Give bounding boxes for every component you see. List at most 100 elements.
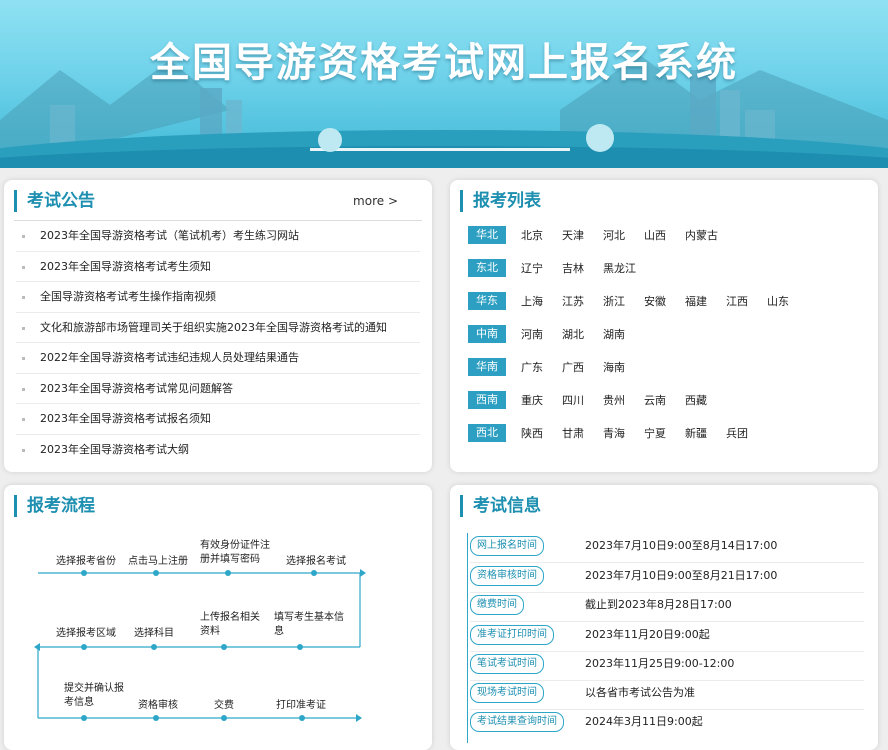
announcement-item[interactable]: 2023年全国导游资格考试报名须知 — [16, 404, 420, 435]
city-link[interactable]: 浙江 — [603, 293, 625, 309]
info-label: 考试结果查询时间 — [470, 712, 564, 732]
city-link[interactable]: 宁夏 — [644, 425, 666, 441]
city-link[interactable]: 贵州 — [603, 392, 625, 408]
step-label: 有效身份证件注册并填写密码 — [200, 540, 270, 565]
bullet-icon — [22, 448, 25, 452]
info-row: 笔试考试时间 2023年11月25日9:00-12:00 — [470, 651, 864, 681]
info-row: 资格审核时间 2023年7月10日9:00至8月21日17:00 — [470, 563, 864, 593]
announcement-link[interactable]: 2023年全国导游资格考试考生须知 — [40, 260, 211, 273]
announcement-item[interactable]: 2023年全国导游资格考试（笔试机考）考生练习网站 — [16, 221, 420, 252]
region-row-east: 华东 上海 江苏 浙江 安徽 福建 江西 山东 — [468, 292, 808, 310]
announcement-link[interactable]: 文化和旅游部市场管理司关于组织实施2023年全国导游资格考试的通知 — [40, 321, 387, 334]
city-link[interactable]: 甘肃 — [562, 425, 584, 441]
city-link[interactable]: 海南 — [603, 359, 625, 375]
info-value: 2024年3月11日9:00起 — [585, 715, 703, 728]
step-dot — [81, 715, 87, 721]
city-link[interactable]: 江苏 — [562, 293, 584, 309]
bullet-icon — [22, 418, 25, 421]
city-link[interactable]: 湖北 — [562, 326, 584, 342]
arrow-icon — [360, 569, 366, 577]
announcement-link[interactable]: 2023年全国导游资格考试报名须知 — [40, 412, 211, 425]
region-row-southwest: 西南 重庆 四川 贵州 云南 西藏 — [468, 391, 726, 409]
region-tag: 华北 — [468, 226, 506, 244]
info-value: 2023年7月10日9:00至8月21日17:00 — [585, 569, 778, 582]
city-link[interactable]: 湖南 — [603, 326, 625, 342]
announcement-item[interactable]: 2023年全国导游资格考试大纲 — [16, 435, 420, 465]
city-link[interactable]: 上海 — [521, 293, 543, 309]
announcement-link[interactable]: 2023年全国导游资格考试（笔试机考）考生练习网站 — [40, 229, 299, 242]
exam-info-panel: 考试信息 网上报名时间 2023年7月10日9:00至8月14日17:00 资格… — [450, 485, 878, 750]
info-row: 现场考试时间 以各省市考试公告为准 — [470, 680, 864, 710]
info-label: 现场考试时间 — [470, 683, 544, 703]
city-link[interactable]: 河南 — [521, 326, 543, 342]
timeline-line — [467, 533, 468, 743]
step-dot — [297, 644, 303, 650]
region-list-panel: 报考列表 华北 北京 天津 河北 山西 内蒙古 东北 辽宁 吉林 黑龙江 华东 … — [450, 180, 878, 472]
step-label: 选择报考省份 — [56, 556, 116, 567]
info-label: 缴费时间 — [470, 595, 524, 615]
announcements-panel: 考试公告 more > 2023年全国导游资格考试（笔试机考）考生练习网站 20… — [4, 180, 432, 472]
city-link[interactable]: 兵团 — [726, 425, 748, 441]
bullet-icon — [22, 296, 25, 299]
city-link[interactable]: 天津 — [562, 227, 584, 243]
step-dot — [299, 715, 305, 721]
city-link[interactable]: 安徽 — [644, 293, 666, 309]
region-tag: 中南 — [468, 325, 506, 343]
step-label: 填写考生基本信息 — [274, 612, 344, 637]
announcement-item[interactable]: 2023年全国导游资格考试考生须知 — [16, 252, 420, 282]
city-link[interactable]: 福建 — [685, 293, 707, 309]
info-value: 截止到2023年8月28日17:00 — [585, 598, 732, 611]
info-row: 准考证打印时间 2023年11月20日9:00起 — [470, 622, 864, 652]
info-label: 笔试考试时间 — [470, 654, 544, 674]
exam-info-title: 考试信息 — [460, 495, 541, 517]
city-link[interactable]: 辽宁 — [521, 260, 543, 276]
announcement-item[interactable]: 文化和旅游部市场管理司关于组织实施2023年全国导游资格考试的通知 — [16, 313, 420, 343]
step-dot — [81, 570, 87, 576]
city-link[interactable]: 广东 — [521, 359, 543, 375]
city-link[interactable]: 广西 — [562, 359, 584, 375]
region-tag: 西北 — [468, 424, 506, 442]
announcement-link[interactable]: 2023年全国导游资格考试常见问题解答 — [40, 382, 233, 395]
city-link[interactable]: 山东 — [767, 293, 789, 309]
city-link[interactable]: 黑龙江 — [603, 260, 636, 276]
city-link[interactable]: 北京 — [521, 227, 543, 243]
city-link[interactable]: 吉林 — [562, 260, 584, 276]
step-label: 上传报名相关资料 — [200, 612, 260, 637]
bullet-icon — [22, 235, 25, 238]
announcement-item[interactable]: 全国导游资格考试考生操作指南视频 — [16, 282, 420, 313]
city-link[interactable]: 内蒙古 — [685, 227, 718, 243]
city-link[interactable]: 云南 — [644, 392, 666, 408]
region-row-northeast: 东北 辽宁 吉林 黑龙江 — [468, 259, 655, 277]
arrow-icon — [356, 714, 362, 722]
announcement-link[interactable]: 全国导游资格考试考生操作指南视频 — [40, 290, 216, 303]
bullet-icon — [22, 387, 25, 391]
city-link[interactable]: 重庆 — [521, 392, 543, 408]
announcement-link[interactable]: 2022年全国导游资格考试违纪违规人员处理结果通告 — [40, 351, 299, 364]
step-dot — [81, 644, 87, 650]
city-link[interactable]: 陕西 — [521, 425, 543, 441]
info-row: 考试结果查询时间 2024年3月11日9:00起 — [470, 709, 864, 738]
city-link[interactable]: 河北 — [603, 227, 625, 243]
announcement-item[interactable]: 2022年全国导游资格考试违纪违规人员处理结果通告 — [16, 343, 420, 374]
region-row-northwest: 西北 陕西 甘肃 青海 宁夏 新疆 兵团 — [468, 424, 767, 442]
city-link[interactable]: 四川 — [562, 392, 584, 408]
region-tag: 东北 — [468, 259, 506, 277]
city-link[interactable]: 西藏 — [685, 392, 707, 408]
info-value: 2023年7月10日9:00至8月14日17:00 — [585, 539, 778, 552]
bullet-icon — [22, 265, 25, 269]
city-link[interactable]: 山西 — [644, 227, 666, 243]
announcements-title: 考试公告 — [14, 190, 95, 212]
step-label: 选择报名考试 — [286, 556, 346, 567]
more-link[interactable]: more > — [353, 194, 398, 208]
step-label: 资格审核 — [138, 700, 178, 711]
city-link[interactable]: 新疆 — [685, 425, 707, 441]
city-link[interactable]: 江西 — [726, 293, 748, 309]
process-panel: 报考流程 选择报考省份 点击马上注册 有效身份证件注册并填写密码 选择报名考试 … — [4, 485, 432, 750]
announcement-link[interactable]: 2023年全国导游资格考试大纲 — [40, 443, 189, 456]
step-dot — [151, 644, 157, 650]
city-link[interactable]: 青海 — [603, 425, 625, 441]
info-value: 2023年11月20日9:00起 — [585, 628, 710, 641]
region-row-south: 华南 广东 广西 海南 — [468, 358, 644, 376]
announcement-item[interactable]: 2023年全国导游资格考试常见问题解答 — [16, 374, 420, 404]
step-dot — [311, 570, 317, 576]
